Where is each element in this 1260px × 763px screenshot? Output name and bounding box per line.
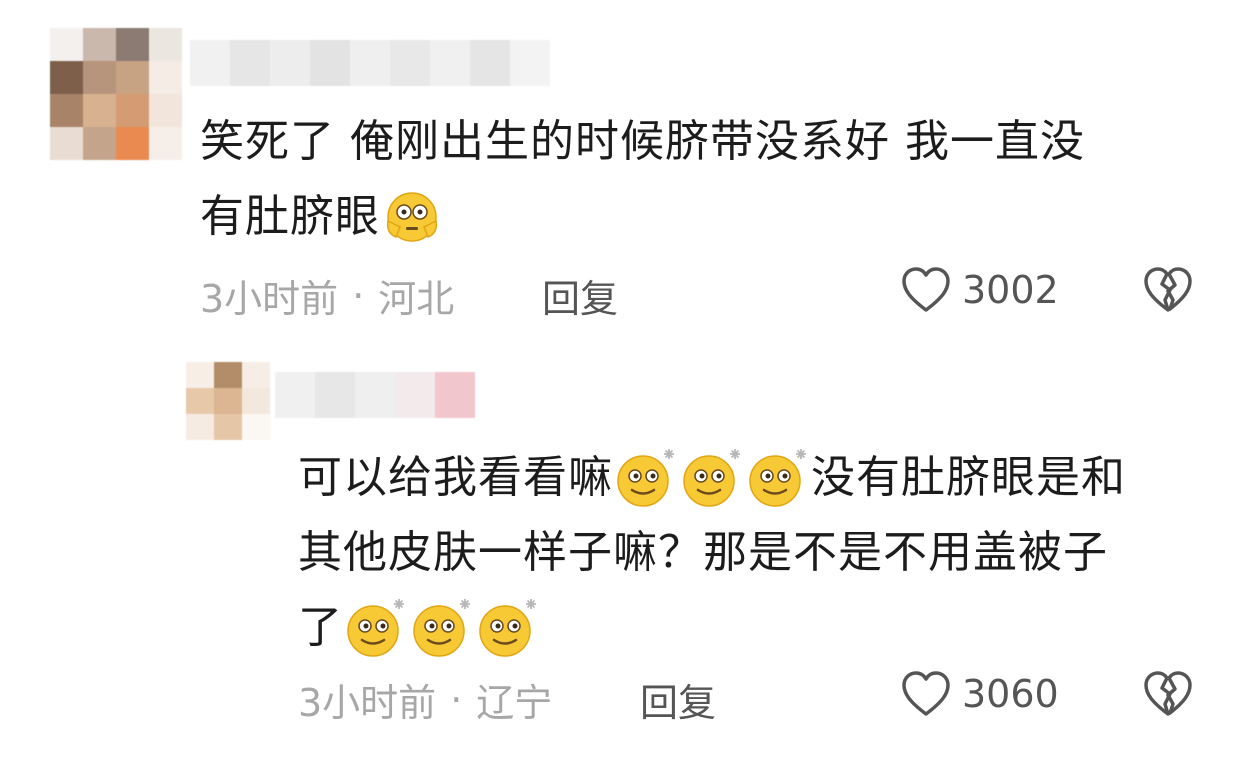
username[interactable] — [190, 40, 550, 86]
reply-button[interactable]: 回复 — [542, 268, 618, 323]
dislike-button[interactable] — [1142, 670, 1194, 722]
sparkle-smile-icon — [475, 595, 541, 661]
broken-heart-icon — [1144, 671, 1192, 716]
sparkle-smile-icon — [679, 445, 745, 511]
comment-location: 河北 — [378, 277, 455, 321]
sparkle-smile-icon — [613, 445, 679, 511]
like-count: 3060 — [962, 672, 1059, 716]
comment-line-2: 其他皮肤一样子嘛？那是不是不用盖被子 — [298, 527, 1108, 578]
comment-line-1: 笑死了 俺刚出生的时候脐带没系好 我一直没 — [200, 116, 1085, 167]
reply-text: 可以给我看看嘛 没有肚脐眼是和 其他皮肤一样子嘛？那是不是不用盖被子 了 — [298, 440, 1228, 665]
heart-icon — [902, 671, 950, 716]
comment-text: 笑死了 俺刚出生的时候脐带没系好 我一直没 有肚脐眼 — [200, 104, 1210, 254]
comment-line-3: 了 — [298, 590, 1228, 665]
broken-heart-icon — [1144, 267, 1192, 312]
comment-location: 辽宁 — [476, 681, 553, 725]
avatar[interactable] — [186, 362, 270, 440]
sparkle-smile-icon — [745, 445, 811, 511]
comment-meta: 3小时前 · 河北 — [200, 268, 454, 323]
like-button[interactable]: 3060 — [900, 670, 1059, 718]
avatar[interactable] — [50, 28, 182, 160]
separator-dot: · — [450, 677, 463, 722]
like-count: 3002 — [962, 268, 1059, 312]
reply-button[interactable]: 回复 — [640, 672, 716, 727]
comment-line-2: 有肚脐眼 — [200, 179, 1210, 254]
comment-time: 3小时前 — [200, 277, 339, 321]
sparkle-smile-icon — [343, 595, 409, 661]
comment-line-1: 可以给我看看嘛 没有肚脐眼是和 — [298, 440, 1228, 515]
comment-time: 3小时前 — [298, 681, 437, 725]
dislike-button[interactable] — [1142, 266, 1194, 318]
username[interactable] — [275, 372, 475, 418]
comment-meta: 3小时前 · 辽宁 — [298, 672, 552, 727]
heart-icon — [902, 267, 950, 312]
flushed-face-icon — [382, 187, 442, 247]
separator-dot: · — [352, 273, 365, 318]
sparkle-smile-icon — [409, 595, 475, 661]
like-button[interactable]: 3002 — [900, 266, 1059, 314]
